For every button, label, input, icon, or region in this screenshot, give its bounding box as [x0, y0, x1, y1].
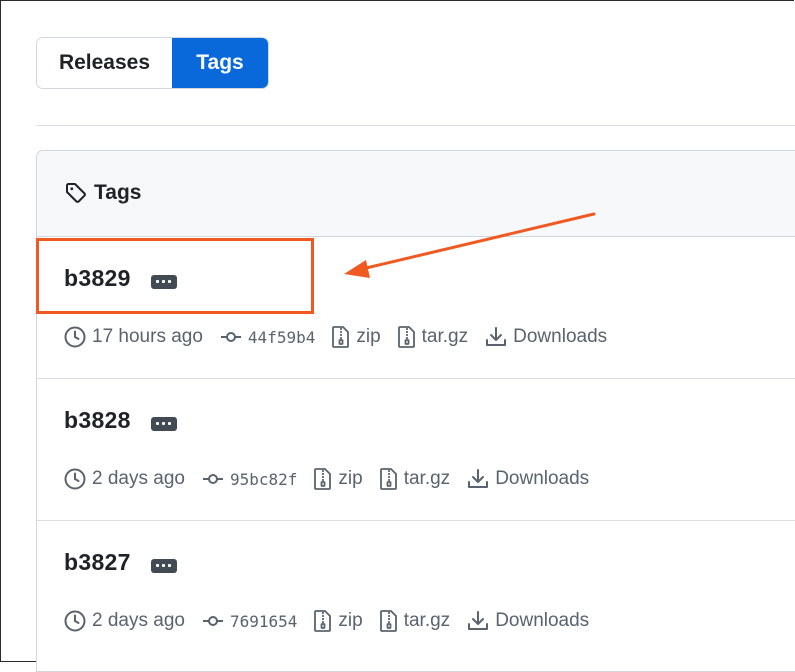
- annotation-arrow: [344, 212, 596, 278]
